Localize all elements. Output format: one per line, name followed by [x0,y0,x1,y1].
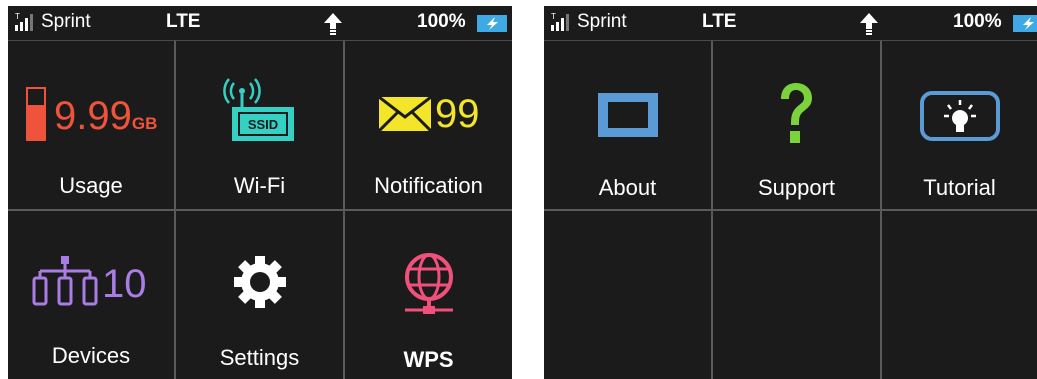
tile-support[interactable]: Support [713,41,880,209]
globe-network-icon [405,253,453,314]
tile-settings-label: Settings [219,345,300,370]
battery-percent: 100% [953,11,1002,32]
tile-usage-label: Usage [59,173,123,198]
signal-icon: T [15,12,33,31]
home-screen: T Sprint LTE 100% 9.99GB Usage SSID Wi-F… [8,6,512,379]
data-transfer-icon [860,13,878,35]
tile-notification[interactable]: 99 Notification [345,41,512,209]
question-mark-icon [781,83,812,143]
status-bar: T Sprint LTE 100% [544,6,1037,41]
about-screen-icon [598,93,658,137]
wifi-ssid-icon: SSID [223,78,294,141]
usage-meter-icon [26,87,46,141]
usage-value: 9.99GB [54,94,158,138]
status-bar: T Sprint LTE 100% [8,6,512,41]
svg-text:T: T [15,12,20,21]
tile-notification-label: Notification [374,173,483,198]
tile-settings[interactable]: Settings [176,211,343,379]
svg-text:T: T [551,12,556,21]
tile-empty [544,211,711,379]
tile-wifi[interactable]: SSID Wi-Fi [176,41,343,209]
network-type: LTE [702,11,737,32]
battery-charging-icon [477,15,507,32]
battery-charging-icon [1013,15,1037,32]
carrier-name: Sprint [41,11,91,32]
battery-percent: 100% [417,11,466,32]
tile-wps[interactable]: WPS [345,211,512,379]
tile-tutorial-label: Tutorial [923,175,996,200]
envelope-icon [379,97,431,131]
carrier-name: Sprint [577,11,627,32]
lightbulb-icon [920,91,1000,141]
devices-icon [32,256,98,306]
tile-empty [713,211,880,379]
ssid-badge: SSID [248,117,278,132]
tile-tutorial[interactable]: Tutorial [882,41,1037,209]
tile-usage[interactable]: 9.99GB Usage [8,41,174,209]
tile-wifi-label: Wi-Fi [233,173,286,198]
more-screen: T Sprint LTE 100% About Support Tutorial [544,6,1037,379]
notification-count: 99 [435,92,480,136]
tile-about[interactable]: About [544,41,711,209]
signal-icon: T [551,12,569,31]
data-transfer-icon [324,13,342,35]
tile-wps-label: WPS [403,347,454,372]
gear-icon [234,256,286,308]
tile-about-label: About [598,175,657,200]
tile-devices[interactable]: 10 Devices [8,211,174,379]
network-type: LTE [166,11,201,32]
tile-devices-label: Devices [51,343,131,368]
tile-support-label: Support [757,175,836,200]
devices-count: 10 [102,262,147,306]
tile-empty [882,211,1037,379]
